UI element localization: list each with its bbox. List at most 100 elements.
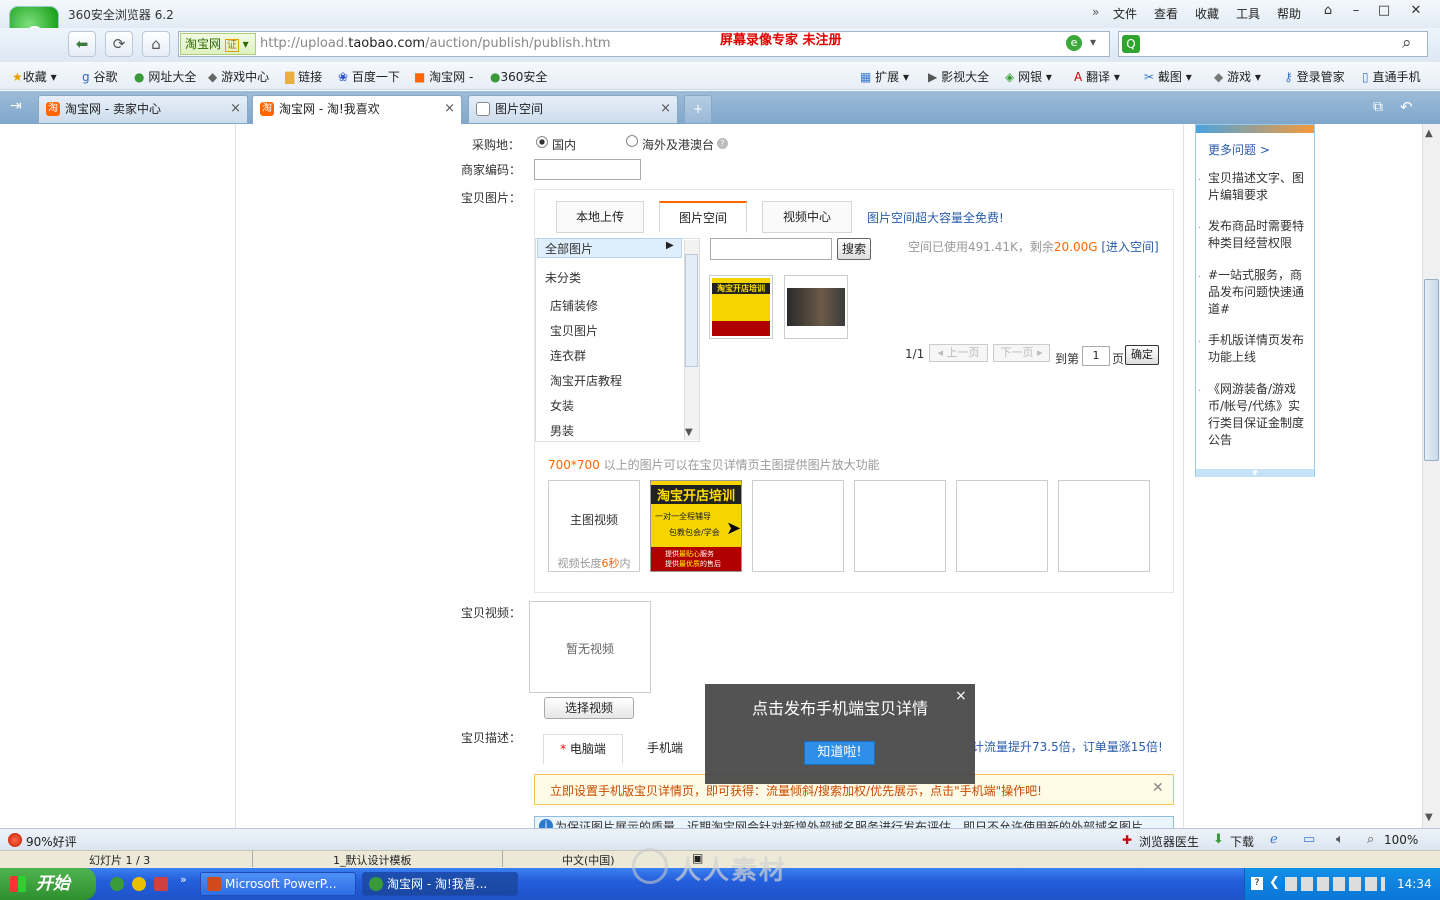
tray-expand-icon[interactable]: ❮ — [1269, 875, 1280, 890]
domestic-radio[interactable] — [536, 136, 548, 148]
tab-seller-center[interactable]: 淘淘宝网 - 卖家中心 × — [38, 95, 248, 123]
overseas-radio[interactable] — [626, 135, 638, 147]
fav-favorites[interactable]: ★收藏 ▾ — [12, 68, 57, 85]
skin-icon[interactable]: ⌂ — [1316, 3, 1340, 21]
category-item[interactable]: 店铺装修 — [550, 297, 598, 314]
popup-close-icon[interactable]: × — [955, 688, 967, 704]
menu-favorites[interactable]: 收藏 — [1195, 5, 1219, 22]
main-image-slot-3[interactable] — [854, 480, 946, 572]
volume-icon[interactable]: 🔈︎ — [1336, 832, 1344, 847]
tab-video-center[interactable]: 视频中心 — [762, 201, 852, 233]
fav-video[interactable]: ▶ 影视大全 — [928, 68, 989, 85]
category-item[interactable]: 男装 — [550, 422, 574, 439]
close-window-icon[interactable]: ✕ — [1404, 3, 1428, 21]
refresh-icon[interactable]: ⟳ — [105, 31, 133, 57]
rating-text[interactable]: 90%好评 — [26, 833, 77, 850]
menu-file[interactable]: 文件 — [1113, 5, 1137, 22]
search-icon[interactable]: ⌕ — [1402, 33, 1412, 53]
browser-doctor[interactable]: 浏览器医生 — [1139, 833, 1199, 850]
menu-expand-icon[interactable]: » — [1092, 5, 1099, 19]
desc-tab-pc[interactable]: * 电脑端 — [543, 734, 623, 764]
home-icon[interactable]: ⌂ — [142, 31, 170, 57]
fav-game[interactable]: ◆ 游戏 ▾ — [1214, 68, 1261, 85]
zoom-icon[interactable]: ⌕ — [1367, 832, 1374, 847]
sidebar-item[interactable]: 《网游装备/游戏币/帐号/代练》实行类目保证金制度公告 — [1208, 381, 1308, 449]
sidebar-scroll-down-icon[interactable]: ▼ — [1196, 469, 1314, 477]
fav-extensions[interactable]: ▦ 扩展 ▾ — [860, 68, 909, 85]
scroll-up-icon[interactable]: ▲ — [1425, 128, 1433, 139]
sidebar-item[interactable]: 宝贝描述文字、图片编辑要求 — [1208, 170, 1308, 204]
sidebar-item[interactable]: #一站式服务，商品发布问题快速通道# — [1208, 267, 1308, 318]
ie-icon[interactable]: ℯ — [1270, 832, 1278, 847]
sidebar-item[interactable]: 发布商品时需要特种类目经营权限 — [1208, 218, 1308, 252]
maximize-icon[interactable]: □ — [1372, 3, 1396, 21]
tab-image-space[interactable]: 图片空间 × — [468, 95, 678, 123]
quicklaunch-icon[interactable] — [132, 877, 146, 891]
close-tab-icon[interactable]: × — [444, 96, 455, 122]
main-image-slot-2[interactable] — [752, 480, 844, 572]
close-notice-icon[interactable]: ✕ — [1152, 780, 1164, 796]
enter-space-link[interactable]: [进入空间] — [1101, 240, 1158, 254]
fav-links[interactable]: ▇ 链接 — [285, 68, 322, 85]
download-text[interactable]: 下载 — [1230, 833, 1254, 850]
fav-360[interactable]: ●360安全 — [490, 68, 547, 85]
taskbar-browser[interactable]: 淘宝网 - 淘!我喜... — [362, 872, 518, 896]
quicklaunch-icon[interactable] — [154, 877, 168, 891]
goto-page-input[interactable]: 1 — [1082, 346, 1110, 366]
fav-login-manager[interactable]: ⚷ 登录管家 — [1284, 68, 1345, 85]
zoom-level[interactable]: 100% — [1384, 833, 1418, 847]
page-scroll-thumb[interactable] — [1424, 279, 1439, 461]
search-button[interactable]: 搜索 — [837, 238, 871, 260]
fav-phone[interactable]: ▯ 直通手机 — [1362, 68, 1420, 85]
main-image-slot-5[interactable] — [1058, 480, 1150, 572]
window-icon[interactable]: ▭ — [1303, 832, 1315, 847]
merchant-code-input[interactable] — [534, 159, 641, 180]
fav-translate[interactable]: A 翻译 ▾ — [1074, 68, 1120, 85]
goto-confirm-button[interactable]: 确定 — [1125, 345, 1159, 365]
help-icon[interactable]: ? — [717, 138, 728, 149]
tab-taobao-like[interactable]: 淘淘宝网 - 淘!我喜欢 × — [252, 95, 462, 124]
desc-tab-mobile[interactable]: 手机端 — [630, 734, 700, 764]
category-item[interactable]: 连衣群 — [550, 347, 586, 364]
sidebar-item[interactable]: 手机版详情页发布功能上线 — [1208, 332, 1308, 366]
menu-help[interactable]: 帮助 — [1277, 5, 1301, 22]
minimize-icon[interactable]: – — [1344, 3, 1368, 21]
page-scrollbar[interactable]: ▲ ▼ — [1422, 124, 1440, 828]
new-tab-button[interactable]: + — [684, 95, 712, 123]
undo-close-icon[interactable]: ↶ — [1400, 98, 1413, 116]
fav-games[interactable]: ◆ 游戏中心 — [208, 68, 269, 85]
image-search-input[interactable] — [710, 238, 832, 260]
quicklaunch-expand-icon[interactable]: » — [180, 873, 187, 886]
popup-ok-button[interactable]: 知道啦! — [804, 741, 875, 765]
image-space-promo-link[interactable]: 图片空间超大容量全免费! — [867, 209, 1004, 226]
scroll-down-icon[interactable]: ▼ — [1425, 812, 1433, 823]
compat-mode-icon[interactable]: e — [1066, 35, 1082, 51]
prev-page-button[interactable]: ◂ 上一页 — [929, 344, 988, 362]
category-scroll-thumb[interactable] — [685, 254, 698, 367]
start-button[interactable]: 开始 — [0, 868, 96, 900]
select-video-button[interactable]: 选择视频 — [544, 697, 634, 719]
category-item[interactable]: 女装 — [550, 397, 574, 414]
url-text[interactable]: http://upload.taobao.com/auction/publish… — [260, 36, 611, 51]
main-image-slot-4[interactable] — [956, 480, 1048, 572]
taskbar-powerpoint[interactable]: Microsoft PowerP... — [200, 872, 356, 896]
menu-tools[interactable]: 工具 — [1236, 5, 1260, 22]
category-item[interactable]: 宝贝图片 — [550, 322, 598, 339]
fav-taobao[interactable]: ■ 淘宝网 - — [414, 68, 473, 85]
next-page-button[interactable]: 下一页 ▸ — [993, 344, 1050, 362]
fav-site-nav[interactable]: ● 网址大全 — [134, 68, 196, 85]
close-tab-icon[interactable]: × — [230, 96, 241, 122]
search-engine-icon[interactable]: Q — [1122, 35, 1140, 53]
tab-image-space[interactable]: 图片空间 — [659, 201, 747, 233]
fav-bank[interactable]: ◈ 网银 ▾ — [1005, 68, 1052, 85]
back-icon[interactable]: ⬅ — [68, 31, 96, 57]
sidebar-toggle-icon[interactable]: ⇥ — [10, 98, 22, 114]
help-icon[interactable]: ? — [1251, 877, 1263, 890]
url-dropdown-icon[interactable]: ▾ — [1090, 35, 1096, 49]
quicklaunch-360-icon[interactable] — [110, 877, 124, 891]
image-thumb-1[interactable]: 淘宝开店培训 — [709, 275, 773, 339]
tab-local-upload[interactable]: 本地上传 — [556, 201, 644, 233]
category-item[interactable]: 淘宝开店教程 — [550, 372, 622, 389]
image-thumb-2[interactable] — [784, 275, 848, 339]
tab-restore-icon[interactable]: ⧉ — [1373, 99, 1383, 115]
